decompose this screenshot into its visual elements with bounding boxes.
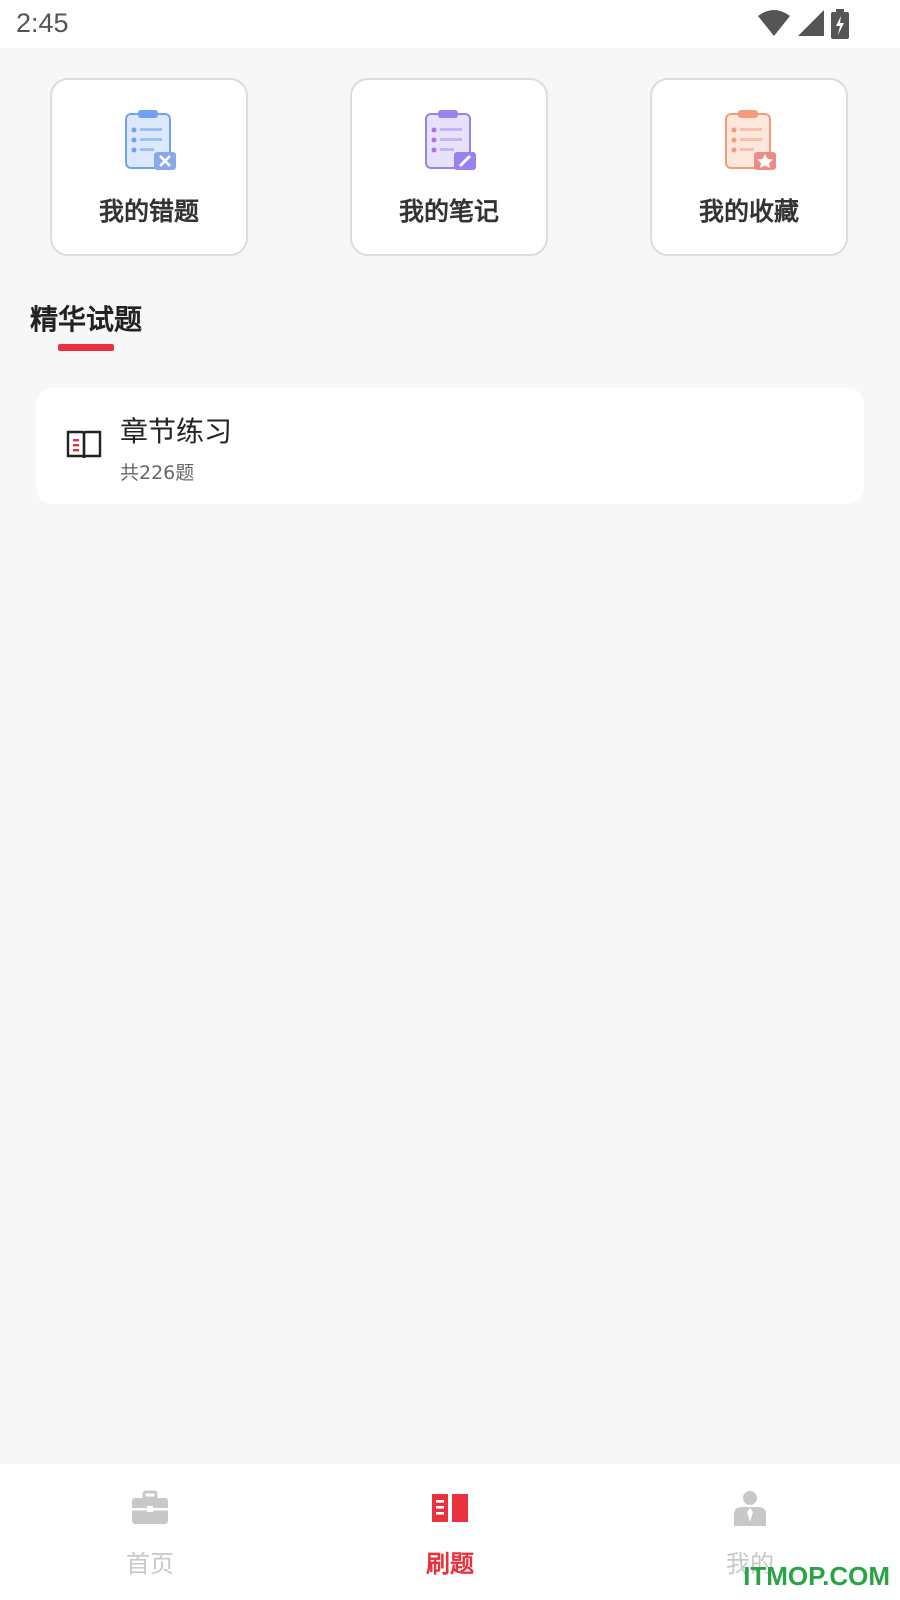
wifi-icon <box>758 10 790 36</box>
section-underline <box>58 344 114 351</box>
wrong-questions-card[interactable]: 我的错题 <box>50 78 248 256</box>
notes-label: 我的笔记 <box>398 197 499 226</box>
battery-charging-icon <box>831 9 849 39</box>
watermark: ITMOP.COM <box>743 1561 890 1591</box>
status-time: 2:45 <box>16 8 69 38</box>
practice-count: 共226题 <box>120 462 195 484</box>
favorites-card[interactable]: 我的收藏 <box>650 78 848 256</box>
wrong-questions-label: 我的错题 <box>98 197 199 226</box>
practice-title: 章节练习 <box>120 415 233 448</box>
tab-practice-label: 刷题 <box>426 1550 474 1578</box>
tab-home[interactable]: 首页 <box>0 1464 300 1600</box>
notes-clipboard-icon <box>425 110 476 170</box>
user-icon <box>734 1491 766 1526</box>
open-book-icon <box>66 430 102 459</box>
status-bar: 2:45 <box>0 0 900 48</box>
section-title: 精华试题 <box>30 303 143 336</box>
wrong-questions-clipboard-icon <box>125 110 176 170</box>
chapter-practice-card[interactable]: 章节练习 共226题 <box>36 388 864 504</box>
favorites-clipboard-icon <box>725 110 776 170</box>
notes-card[interactable]: 我的笔记 <box>350 78 548 256</box>
tab-home-label: 首页 <box>126 1550 174 1578</box>
cellular-signal-icon <box>798 10 824 36</box>
briefcase-icon <box>132 1490 168 1524</box>
book-icon <box>432 1494 468 1522</box>
tab-practice[interactable]: 刷题 <box>300 1464 600 1600</box>
status-icons <box>758 8 850 40</box>
favorites-label: 我的收藏 <box>698 197 799 226</box>
